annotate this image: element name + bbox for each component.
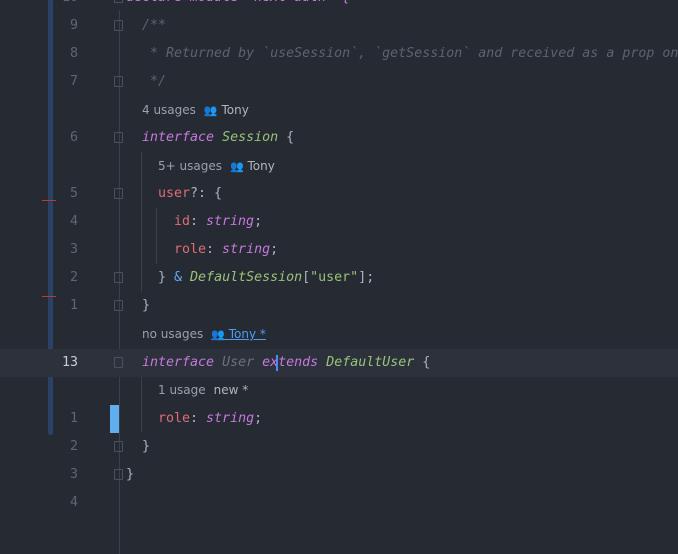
property: role: [158, 411, 191, 426]
line-number: 8: [69, 46, 78, 61]
author-link[interactable]: Tony *: [229, 327, 266, 341]
code-text: }: [142, 298, 151, 313]
code-line[interactable]: 5 user?: {: [0, 180, 678, 208]
line-number: 6: [69, 130, 78, 145]
keyword: extends: [262, 355, 319, 370]
people-icon: 👥: [203, 104, 218, 117]
fold-icon[interactable]: [114, 272, 123, 283]
people-icon: 👥: [229, 160, 244, 173]
code-line[interactable]: 1 role: string;: [0, 405, 678, 433]
fold-icon[interactable]: [114, 469, 123, 480]
code-line[interactable]: 10 declare module "next-auth" {: [0, 0, 678, 12]
fold-icon[interactable]: [114, 20, 123, 31]
code-line[interactable]: 3}: [0, 461, 678, 489]
comment-text: /**: [142, 18, 167, 33]
author-name[interactable]: Tony: [221, 103, 248, 117]
comment-text: * Returned by `useSession`, `getSession`…: [142, 46, 678, 61]
usages-hint[interactable]: 4 usages 👥 Tony: [142, 103, 249, 117]
people-icon: 👥: [211, 328, 225, 341]
punctuation: ?: {: [190, 186, 223, 201]
fold-icon[interactable]: [114, 188, 123, 199]
current-line[interactable]: 13 interface User extends DefaultUser {: [0, 349, 678, 377]
usages-hint[interactable]: 5+ usages 👥 Tony: [158, 159, 275, 173]
fold-icon[interactable]: [114, 441, 123, 452]
property: role: [174, 242, 207, 257]
type-name: DefaultSession: [190, 270, 303, 285]
type-keyword: string: [206, 411, 255, 426]
punctuation: ];: [358, 270, 375, 285]
code-line[interactable]: 4 id: string;: [0, 208, 678, 236]
line-number: 1: [69, 411, 78, 426]
code-line[interactable]: 8 * Returned by `useSession`, `getSessio…: [0, 40, 678, 68]
code-line[interactable]: 6 interface Session {: [0, 124, 678, 152]
operator: &: [174, 270, 183, 285]
line-number: 2: [69, 439, 78, 454]
code-line[interactable]: 4: [0, 489, 678, 517]
fold-icon[interactable]: [114, 76, 123, 87]
text-cursor: [276, 355, 278, 371]
code-line[interactable]: 9 /**: [0, 12, 678, 40]
fold-icon[interactable]: [114, 300, 123, 311]
line-number: 4: [69, 214, 78, 229]
type-keyword: string: [206, 214, 255, 229]
line-number: 9: [69, 18, 78, 33]
keyword: interface: [142, 355, 215, 370]
code-line[interactable]: 1}: [0, 292, 678, 320]
type-name: User: [222, 355, 255, 370]
usages-hint[interactable]: no usages 👥 Tony *: [142, 327, 266, 341]
line-number: 3: [69, 242, 78, 257]
line-number: 3: [69, 467, 78, 482]
punctuation: }: [158, 270, 175, 285]
type-name: DefaultUser: [326, 355, 415, 370]
code-text: }: [142, 439, 151, 454]
type-keyword: string: [222, 242, 271, 257]
property: id: [174, 214, 191, 229]
usages-count[interactable]: no usages: [142, 327, 203, 341]
usages-count[interactable]: 5+ usages: [158, 159, 222, 173]
line-number: 10: [0, 0, 78, 12]
fold-icon[interactable]: [114, 0, 123, 3]
comment-text: */: [142, 74, 167, 89]
code-line[interactable]: 7 */: [0, 68, 678, 96]
property: user: [158, 186, 191, 201]
code-line[interactable]: 2} & DefaultSession["user"];: [0, 264, 678, 292]
usages-count[interactable]: 1 usage: [158, 383, 206, 397]
usages-count[interactable]: 4 usages: [142, 103, 196, 117]
punctuation: {: [414, 355, 431, 370]
line-number: 1: [69, 298, 78, 313]
code-text: declare module "next-auth" {: [126, 0, 350, 12]
punctuation: {: [278, 130, 295, 145]
code-line[interactable]: 3 role: string;: [0, 236, 678, 264]
code-line[interactable]: 2}: [0, 433, 678, 461]
line-number: 7: [69, 74, 78, 89]
type-name: Session: [222, 130, 279, 145]
fold-icon[interactable]: [114, 132, 123, 143]
line-number: 13: [61, 355, 78, 370]
line-number: 4: [69, 495, 78, 510]
keyword: interface: [142, 130, 215, 145]
author-name[interactable]: Tony: [248, 159, 275, 173]
usages-hint[interactable]: 1 usage new *: [158, 383, 248, 397]
string-literal: "user": [310, 270, 359, 285]
code-text: }: [126, 467, 135, 482]
line-number: 2: [69, 270, 78, 285]
author-name[interactable]: new *: [214, 383, 249, 397]
line-number: 5: [69, 186, 78, 201]
fold-icon[interactable]: [114, 357, 123, 368]
